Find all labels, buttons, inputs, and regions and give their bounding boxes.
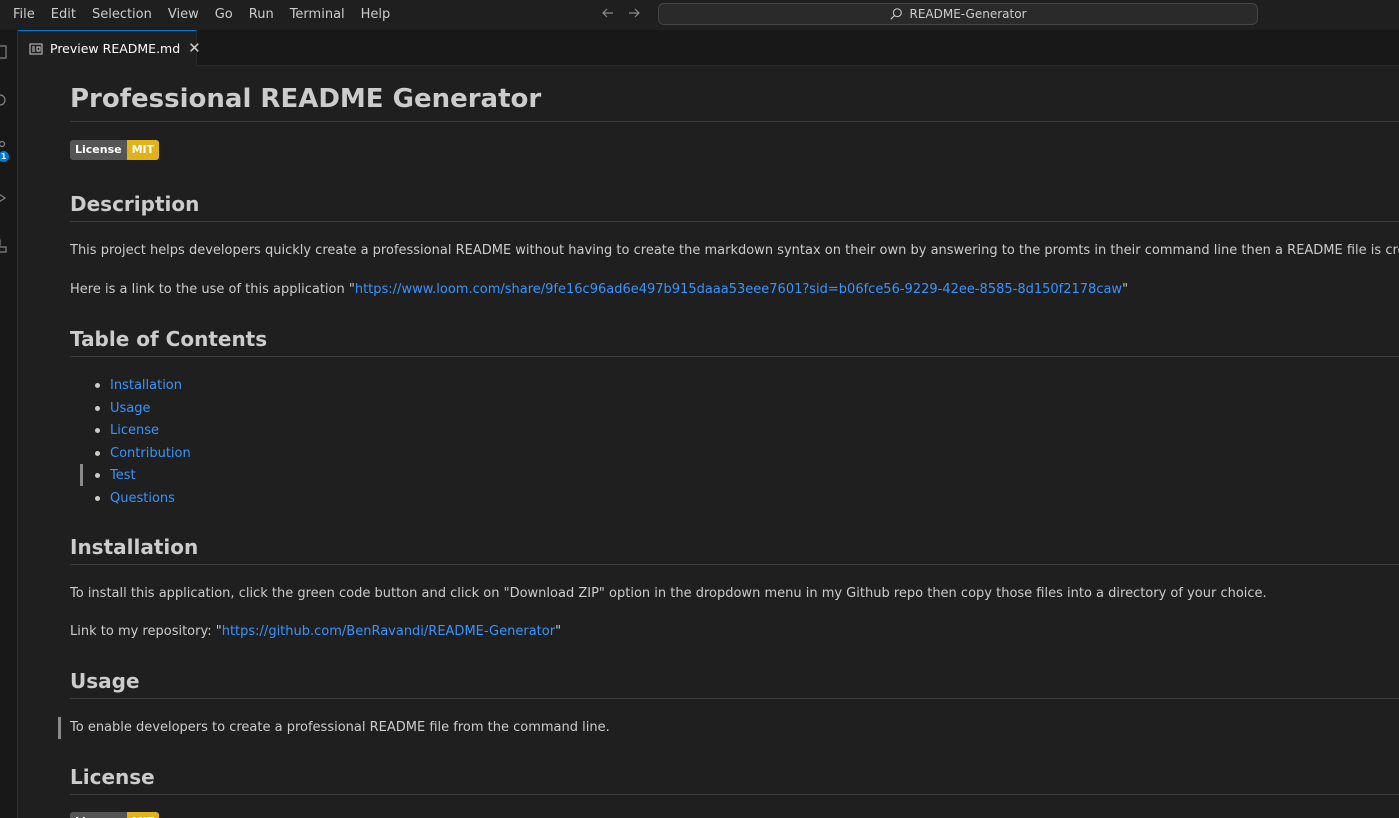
list-item: Questions bbox=[95, 488, 191, 511]
tab-preview-readme[interactable]: Preview README.md ✕ bbox=[18, 30, 201, 66]
repo-link-line: Link to my repository: "https://github.c… bbox=[70, 623, 561, 641]
repo-link-prefix: Link to my repository: " bbox=[70, 624, 222, 639]
menu-file[interactable]: File bbox=[5, 0, 43, 30]
close-icon[interactable]: ✕ bbox=[188, 41, 201, 56]
demo-link[interactable]: https://www.loom.com/share/9fe16c96ad6e4… bbox=[355, 282, 1122, 297]
search-icon bbox=[889, 7, 903, 21]
menu-bar: File Edit Selection View Go Run Terminal… bbox=[0, 0, 398, 30]
list-item: Test bbox=[95, 465, 191, 488]
menu-view[interactable]: View bbox=[160, 0, 207, 30]
list-item: License bbox=[95, 420, 191, 443]
activity-bar: 1 bbox=[0, 30, 18, 818]
menu-selection[interactable]: Selection bbox=[84, 0, 160, 30]
title-bar: File Edit Selection View Go Run Terminal… bbox=[0, 0, 1399, 30]
command-center-search[interactable]: README-Generator bbox=[658, 3, 1258, 25]
source-control-icon[interactable] bbox=[0, 138, 8, 152]
search-activity-icon[interactable] bbox=[0, 92, 8, 106]
usage-text: To enable developers to create a profess… bbox=[70, 720, 610, 735]
command-center-label: README-Generator bbox=[909, 7, 1027, 21]
repo-link-suffix: " bbox=[555, 624, 562, 639]
badge-value: MIT bbox=[126, 812, 160, 818]
toc-link-installation[interactable]: Installation bbox=[110, 378, 182, 393]
list-item: Contribution bbox=[95, 443, 191, 466]
license-badge-bottom[interactable]: License MIT bbox=[70, 812, 160, 818]
markdown-preview: Professional README Generator License MI… bbox=[18, 66, 1399, 818]
toc-link-usage[interactable]: Usage bbox=[110, 401, 151, 416]
preview-icon bbox=[29, 42, 43, 56]
heading-license: License bbox=[70, 763, 1399, 795]
demo-link-suffix: " bbox=[1122, 282, 1129, 297]
toc-link-test[interactable]: Test bbox=[110, 468, 136, 483]
arrow-right-icon[interactable] bbox=[626, 5, 642, 25]
badge-label: License bbox=[70, 812, 127, 818]
editor-tab-bar: Preview README.md ✕ bbox=[18, 30, 1399, 66]
installation-text: To install this application, click the g… bbox=[70, 586, 1267, 601]
description-text: This project helps developers quickly cr… bbox=[70, 243, 1399, 258]
heading-table-of-contents: Table of Contents bbox=[70, 325, 1399, 357]
source-control-badge: 1 bbox=[0, 151, 9, 162]
tab-label: Preview README.md bbox=[50, 41, 181, 56]
license-badge[interactable]: License MIT bbox=[70, 140, 160, 160]
list-item: Installation bbox=[95, 375, 191, 398]
menu-run[interactable]: Run bbox=[241, 0, 282, 30]
navigation-arrows bbox=[600, 0, 642, 30]
table-of-contents: Installation Usage License Contribution … bbox=[70, 375, 191, 511]
repo-link[interactable]: https://github.com/BenRavandi/README-Gen… bbox=[222, 624, 555, 639]
menu-go[interactable]: Go bbox=[207, 0, 241, 30]
list-item: Usage bbox=[95, 398, 191, 421]
demo-link-prefix: Here is a link to the use of this applic… bbox=[70, 282, 355, 297]
blockquote-bar bbox=[58, 717, 61, 739]
menu-terminal[interactable]: Terminal bbox=[282, 0, 353, 30]
menu-help[interactable]: Help bbox=[353, 0, 399, 30]
page-title: Professional README Generator bbox=[70, 82, 1399, 122]
toc-link-contribution[interactable]: Contribution bbox=[110, 446, 191, 461]
badge-value: MIT bbox=[126, 140, 160, 160]
toc-link-license[interactable]: License bbox=[110, 423, 159, 438]
explorer-icon[interactable] bbox=[0, 44, 8, 59]
extensions-icon[interactable] bbox=[0, 238, 8, 253]
arrow-left-icon[interactable] bbox=[600, 5, 616, 25]
badge-label: License bbox=[70, 140, 127, 160]
menu-edit[interactable]: Edit bbox=[43, 0, 84, 30]
demo-link-line: Here is a link to the use of this applic… bbox=[70, 281, 1128, 299]
heading-usage: Usage bbox=[70, 667, 1399, 699]
heading-description: Description bbox=[70, 190, 1399, 222]
toc-link-questions[interactable]: Questions bbox=[110, 491, 175, 506]
run-debug-icon[interactable] bbox=[0, 190, 8, 204]
heading-installation: Installation bbox=[70, 533, 1399, 565]
